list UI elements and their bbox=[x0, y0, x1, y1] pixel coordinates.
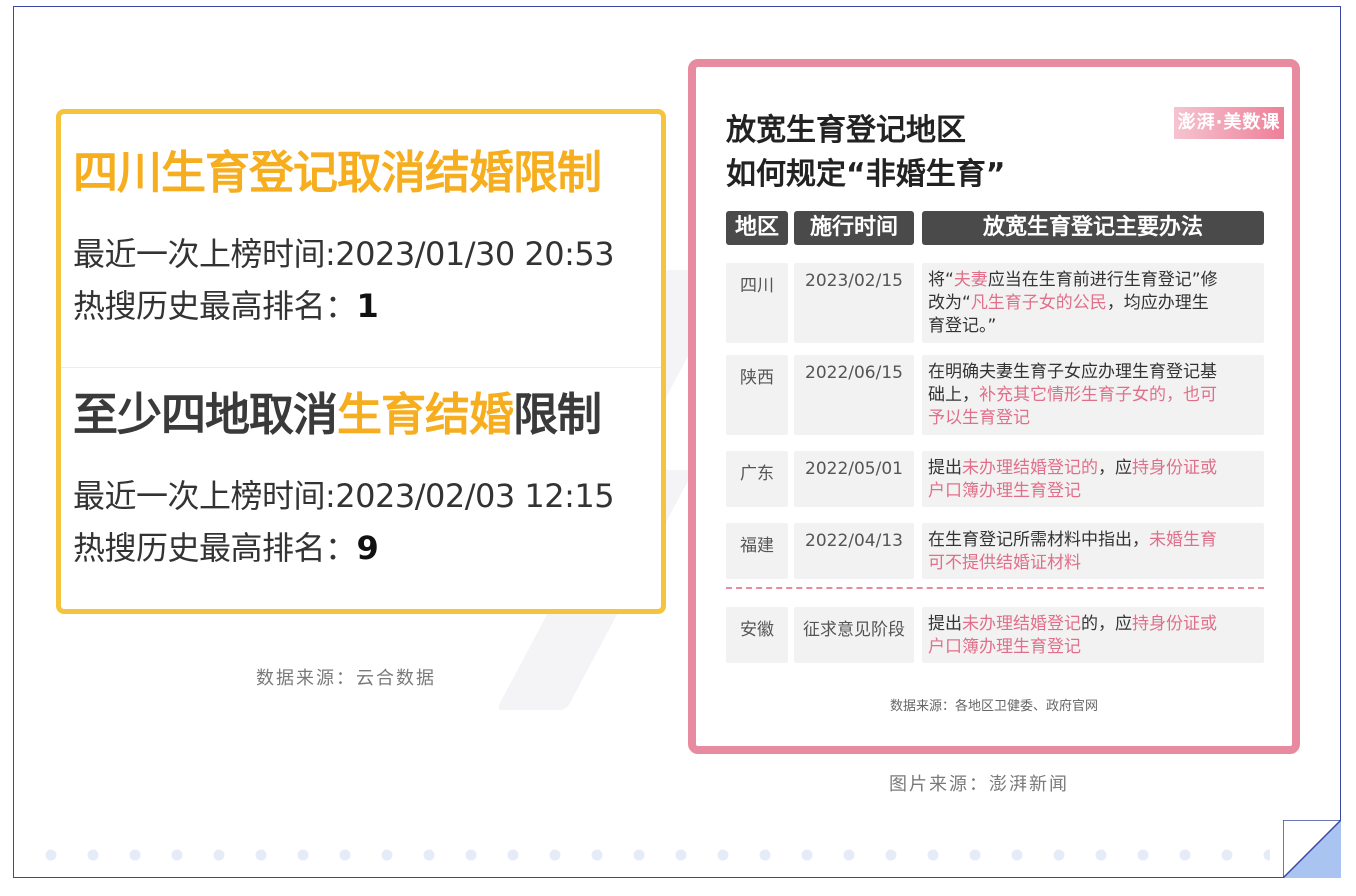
method-line: 改为“凡生育子女的公民，均应办理生 bbox=[928, 292, 1258, 315]
hot-topic-1: 四川生育登记取消结婚限制 最近一次上榜时间:2023/01/30 20:53 热… bbox=[73, 136, 653, 327]
highlight-text: 未办理结婚登记 bbox=[962, 614, 1081, 634]
dot-decoration bbox=[30, 849, 1270, 861]
header-method: 放宽生育登记主要办法 bbox=[922, 211, 1264, 245]
title-segment: 四川生育登记取消结婚限制 bbox=[73, 146, 602, 199]
dashed-separator bbox=[726, 587, 1264, 589]
plain-text: 在生育登记所需材料中指出， bbox=[928, 530, 1149, 550]
highlight-text: 予以生育登记 bbox=[928, 408, 1030, 428]
card-title-line1: 放宽生育登记地区 bbox=[726, 113, 966, 148]
title-segment: 限制 bbox=[513, 388, 602, 441]
highlight-text: 户口簿办理生育登记 bbox=[928, 481, 1081, 501]
cell-method: 提出未办理结婚登记的，应持身份证或 户口簿办理生育登记 bbox=[922, 451, 1264, 507]
cell-date: 征求意见阶段 bbox=[794, 607, 914, 663]
method-line: 在生育登记所需材料中指出，未婚生育 bbox=[928, 529, 1258, 552]
highlight-text: 户口簿办理生育登记 bbox=[928, 637, 1081, 657]
highest-rank: 热搜历史最高排名：1 bbox=[73, 287, 379, 325]
topic-title: 四川生育登记取消结婚限制 bbox=[73, 136, 653, 201]
method-line: 在明确夫妻生育子女应办理生育登记基 bbox=[928, 361, 1258, 384]
cell-method: 提出未办理结婚登记的，应持身份证或 户口簿办理生育登记 bbox=[922, 607, 1264, 663]
cell-date: 2022/05/01 bbox=[794, 451, 914, 507]
title-segment: 至少四地取消 bbox=[73, 388, 338, 441]
cell-region: 广东 bbox=[726, 451, 788, 507]
latest-time: 最近一次上榜时间:2023/02/03 12:15 bbox=[73, 477, 615, 515]
header-date: 施行时间 bbox=[794, 211, 914, 245]
plain-text: 育登记。” bbox=[928, 316, 997, 336]
cell-region: 福建 bbox=[726, 523, 788, 579]
card-title-line2: 如何规定“非婚生育” bbox=[726, 157, 1006, 192]
highlight-text: 可不提供结婚证材料 bbox=[928, 553, 1081, 573]
plain-text: 提出 bbox=[928, 614, 962, 634]
header-region: 地区 bbox=[726, 211, 788, 245]
plain-text: 提出 bbox=[928, 458, 962, 478]
method-line: 础上，补充其它情形生育子女的，也可 bbox=[928, 384, 1258, 407]
cell-method: 在明确夫妻生育子女应办理生育登记基 础上，补充其它情形生育子女的，也可 予以生育登记 bbox=[922, 355, 1264, 435]
highlight-text: 未办理结婚登记的 bbox=[962, 458, 1098, 478]
cell-date: 2023/02/15 bbox=[794, 263, 914, 343]
method-line: 将“夫妻应当在生育前进行生育登记”修 bbox=[928, 269, 1258, 292]
brand-logo: 澎湃·美数课 bbox=[1174, 107, 1284, 139]
cell-method: 将“夫妻应当在生育前进行生育登记”修 改为“凡生育子女的公民，均应办理生 育登记。” bbox=[922, 263, 1264, 343]
cell-method: 在生育登记所需材料中指出，未婚生育 可不提供结婚证材料 bbox=[922, 523, 1264, 579]
data-source: 数据来源：各地区卫健委、政府官网 bbox=[889, 699, 1098, 714]
plain-text: 的，应 bbox=[1081, 614, 1132, 634]
plain-text: 在明确夫妻生育子女应办理生育登记基 bbox=[928, 362, 1217, 382]
cell-region: 四川 bbox=[726, 263, 788, 343]
plain-text: ，应 bbox=[1098, 458, 1132, 478]
plain-text: 将“ bbox=[928, 270, 954, 290]
plain-text: 础上， bbox=[928, 385, 979, 405]
plain-text: ，均应办理生 bbox=[1106, 293, 1209, 313]
highlight-text: 凡生育子女的公民 bbox=[970, 293, 1107, 313]
cell-region: 安徽 bbox=[726, 607, 788, 663]
divider bbox=[61, 367, 661, 368]
topic-title: 至少四地取消生育结婚限制 bbox=[73, 378, 653, 443]
method-line: 提出未办理结婚登记的，应持身份证或 bbox=[928, 457, 1258, 480]
highest-rank: 热搜历史最高排名：9 bbox=[73, 529, 379, 567]
title-segment: 生育结婚 bbox=[337, 388, 514, 441]
cell-date: 2022/06/15 bbox=[794, 355, 914, 435]
latest-time: 最近一次上榜时间:2023/01/30 20:53 bbox=[73, 235, 615, 273]
highlight-text: 补充其它情形生育子女的，也可 bbox=[979, 385, 1217, 405]
method-line: 提出未办理结婚登记的，应持身份证或 bbox=[928, 613, 1258, 636]
highlight-text: 夫妻 bbox=[953, 270, 988, 290]
hot-topic-2: 至少四地取消生育结婚限制 最近一次上榜时间:2023/02/03 12:15 热… bbox=[73, 378, 653, 569]
plain-text: 应当在生育前进行生育登记”修 bbox=[987, 270, 1218, 290]
highlight-text: 未婚生育 bbox=[1149, 530, 1217, 550]
method-line: 育登记。” bbox=[928, 315, 1258, 338]
page-curl-icon bbox=[1283, 820, 1341, 878]
method-line: 户口簿办理生育登记 bbox=[928, 480, 1258, 503]
right-caption: 图片来源：澎湃新闻 bbox=[889, 774, 1069, 795]
highlight-text: 持身份证或 bbox=[1132, 458, 1217, 478]
method-line: 予以生育登记 bbox=[928, 407, 1258, 430]
method-line: 可不提供结婚证材料 bbox=[928, 552, 1258, 575]
highlight-text: 持身份证或 bbox=[1132, 614, 1217, 634]
policy-table-card: 放宽生育登记地区 如何规定“非婚生育” 澎湃·美数课 地区 施行时间 放宽生育登… bbox=[688, 59, 1300, 754]
plain-text: 改为“ bbox=[928, 293, 971, 313]
hot-search-card: 四川生育登记取消结婚限制 最近一次上榜时间:2023/01/30 20:53 热… bbox=[56, 109, 666, 614]
method-line: 户口簿办理生育登记 bbox=[928, 636, 1258, 659]
cell-date: 2022/04/13 bbox=[794, 523, 914, 579]
cell-region: 陕西 bbox=[726, 355, 788, 435]
left-caption: 数据来源：云合数据 bbox=[256, 668, 436, 689]
